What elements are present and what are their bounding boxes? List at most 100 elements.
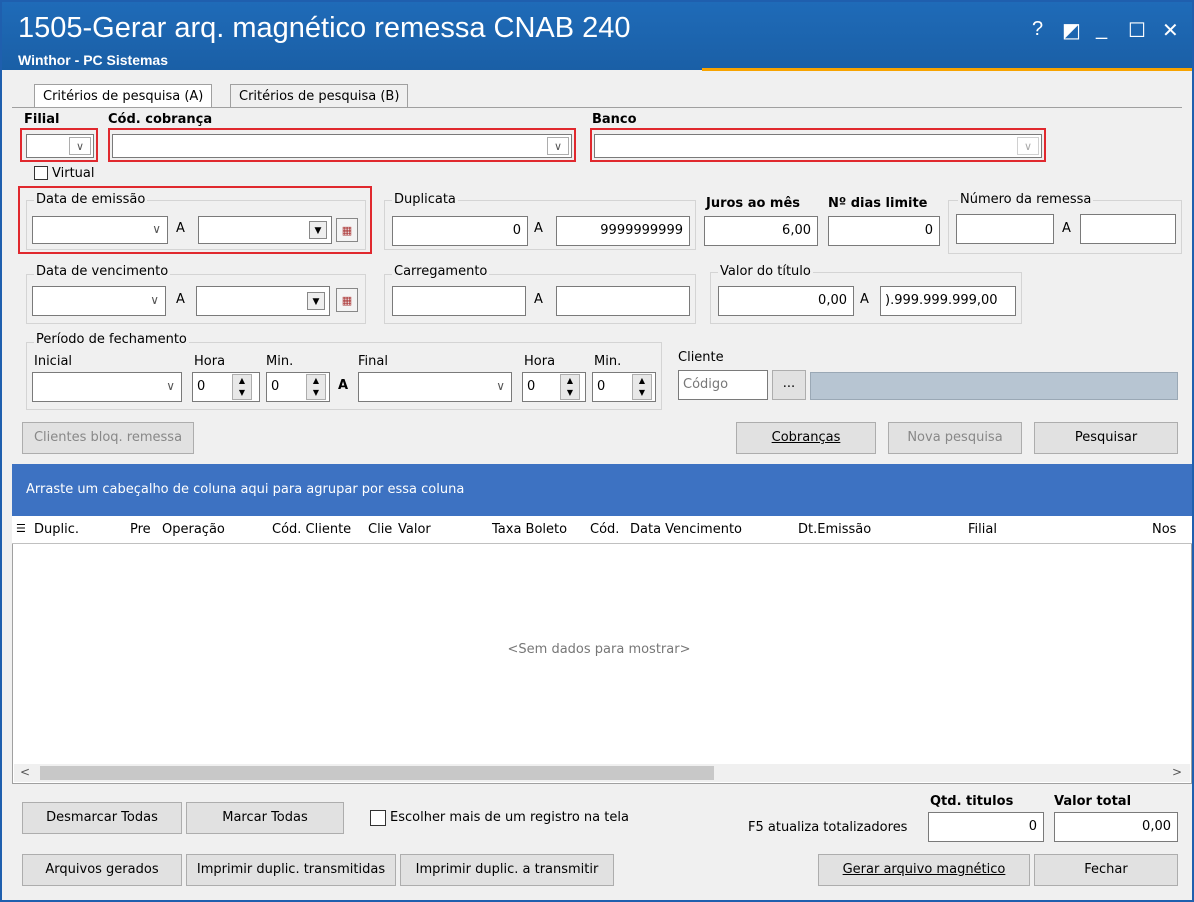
a-label: A [1062, 221, 1071, 236]
scroll-right-icon[interactable]: > [1172, 765, 1182, 779]
virtual-checkbox[interactable] [34, 166, 48, 180]
col-cod[interactable]: Cód. [590, 522, 619, 537]
calendar-icon[interactable]: ▦ [336, 288, 358, 312]
data-emissao-from[interactable]: ∨ [32, 216, 168, 244]
a-label: A [534, 221, 543, 236]
cliente-codigo-input[interactable]: Código [678, 370, 768, 400]
carregamento-to[interactable] [556, 286, 690, 316]
data-vencimento-label: Data de vencimento [34, 264, 171, 279]
escolher-checkbox[interactable] [370, 810, 386, 826]
spin-icon[interactable]: ▲ ▼ [232, 374, 252, 400]
cliente-search-button[interactable]: ... [772, 370, 806, 400]
marcar-todas-button[interactable]: Marcar Todas [186, 802, 344, 834]
duplicata-from[interactable]: 0 [392, 216, 528, 246]
gerar-arquivo-button[interactable]: Gerar arquivo magnético [818, 854, 1030, 886]
carregamento-label: Carregamento [392, 264, 490, 279]
inicial-date[interactable]: ∨ [32, 372, 182, 402]
restore-icon[interactable]: ◩ [1062, 18, 1081, 43]
dropdown-arrow-icon[interactable]: ▼ [307, 292, 325, 310]
chevron-down-icon[interactable]: ∨ [166, 379, 175, 393]
chevron-down-icon[interactable]: ∨ [69, 137, 91, 155]
data-vencimento-to[interactable]: ▼ [196, 286, 330, 316]
calendar-icon[interactable]: ▦ [336, 218, 358, 242]
tab-criterios-a[interactable]: Critérios de pesquisa (A) [34, 84, 213, 108]
chevron-down-icon[interactable]: ∨ [547, 137, 569, 155]
chevron-down-icon[interactable]: ∨ [496, 379, 505, 393]
close-icon[interactable]: ✕ [1162, 18, 1179, 43]
col-cod-cliente[interactable]: Cód. Cliente [272, 522, 351, 537]
scroll-left-icon[interactable]: < [20, 765, 30, 779]
chevron-down-icon[interactable]: ∨ [1017, 137, 1039, 155]
pesquisar-button[interactable]: Pesquisar [1034, 422, 1178, 454]
col-valor[interactable]: Valor [398, 522, 431, 537]
imprimir-transmitidas-button[interactable]: Imprimir duplic. transmitidas [186, 854, 396, 886]
empty-grid-message: <Sem dados para mostrar> [507, 642, 691, 657]
a-label: A [176, 292, 185, 307]
grid-header: ☰ Duplic. Pre Operação Cód. Cliente Clie… [12, 516, 1192, 544]
col-dt-emissao[interactable]: Dt.Emissão [798, 522, 871, 537]
tab-label: Critérios de pesquisa (B) [239, 89, 400, 104]
cod-cobranca-combo[interactable]: ∨ [112, 134, 572, 158]
data-vencimento-from[interactable]: ∨ [32, 286, 166, 316]
escolher-label: Escolher mais de um registro na tela [390, 810, 629, 825]
window-title: 1505-Gerar arq. magnético remessa CNAB 2… [18, 12, 631, 44]
arquivos-gerados-button[interactable]: Arquivos gerados [22, 854, 182, 886]
a-label: A [338, 378, 349, 393]
clientes-bloq-button[interactable]: Clientes bloq. remessa [22, 422, 194, 454]
spin-icon[interactable]: ▲ ▼ [632, 374, 652, 400]
dias-limite-input[interactable]: 0 [828, 216, 940, 246]
col-duplic[interactable]: Duplic. [34, 522, 79, 537]
cobrancas-button[interactable]: Cobranças [736, 422, 876, 454]
min-label: Min. [266, 354, 294, 369]
remessa-to[interactable] [1080, 214, 1176, 244]
carregamento-from[interactable] [392, 286, 526, 316]
col-operacao[interactable]: Operação [162, 522, 225, 537]
col-nos[interactable]: Nos [1152, 522, 1188, 537]
fechar-button[interactable]: Fechar [1034, 854, 1178, 886]
spin-icon[interactable]: ▲ ▼ [560, 374, 580, 400]
col-filial[interactable]: Filial [968, 522, 997, 537]
dropdown-arrow-icon[interactable]: ▼ [309, 221, 327, 239]
scrollbar-thumb[interactable] [40, 766, 714, 780]
data-emissao-label: Data de emissão [34, 192, 148, 207]
maximize-icon[interactable]: ☐ [1128, 18, 1146, 43]
col-pre[interactable]: Pre [130, 522, 156, 537]
f5-label: F5 atualiza totalizadores [748, 820, 908, 835]
tab-criterios-b[interactable]: Critérios de pesquisa (B) [230, 84, 409, 108]
data-emissao-to[interactable]: ▼ [198, 216, 332, 244]
help-icon[interactable]: ? [1032, 18, 1043, 41]
qtd-titulos-label: Qtd. titulos [930, 794, 1014, 809]
final-date[interactable]: ∨ [358, 372, 512, 402]
remessa-from[interactable] [956, 214, 1054, 244]
valor-total-label: Valor total [1054, 794, 1132, 809]
tab-label: Critérios de pesquisa (A) [43, 89, 204, 104]
filial-combo[interactable]: ∨ [26, 134, 94, 158]
valor-from[interactable]: 0,00 [718, 286, 854, 316]
col-taxa-boleto[interactable]: Taxa Boleto [492, 522, 567, 537]
chevron-down-icon[interactable]: ∨ [152, 222, 161, 236]
title-bar: 1505-Gerar arq. magnético remessa CNAB 2… [2, 2, 1192, 71]
horizontal-scrollbar[interactable]: < > [14, 764, 1190, 782]
cliente-label: Cliente [678, 350, 724, 365]
nova-pesquisa-button[interactable]: Nova pesquisa [888, 422, 1022, 454]
group-by-panel[interactable]: Arraste um cabeçalho de coluna aqui para… [12, 464, 1192, 516]
column-chooser-icon[interactable]: ☰ [16, 522, 26, 535]
inicial-label: Inicial [34, 354, 73, 369]
minimize-icon[interactable]: _ [1096, 18, 1107, 41]
hora-label: Hora [194, 354, 226, 369]
valor-total-value: 0,00 [1054, 812, 1178, 842]
filial-label: Filial [24, 112, 60, 127]
valor-to[interactable]: ).999.999.999,00 [880, 286, 1016, 316]
chevron-down-icon[interactable]: ∨ [150, 293, 159, 307]
col-cliente[interactable]: Clie [368, 522, 394, 537]
banco-combo[interactable]: ∨ [594, 134, 1042, 158]
col-data-vencimento[interactable]: Data Vencimento [630, 522, 742, 537]
a-label: A [534, 292, 543, 307]
hora-label: Hora [524, 354, 556, 369]
a-label: A [860, 292, 869, 307]
juros-input[interactable]: 6,00 [704, 216, 818, 246]
duplicata-to[interactable]: 9999999999 [556, 216, 690, 246]
imprimir-transmitir-button[interactable]: Imprimir duplic. a transmitir [400, 854, 614, 886]
spin-icon[interactable]: ▲ ▼ [306, 374, 326, 400]
desmarcar-todas-button[interactable]: Desmarcar Todas [22, 802, 182, 834]
